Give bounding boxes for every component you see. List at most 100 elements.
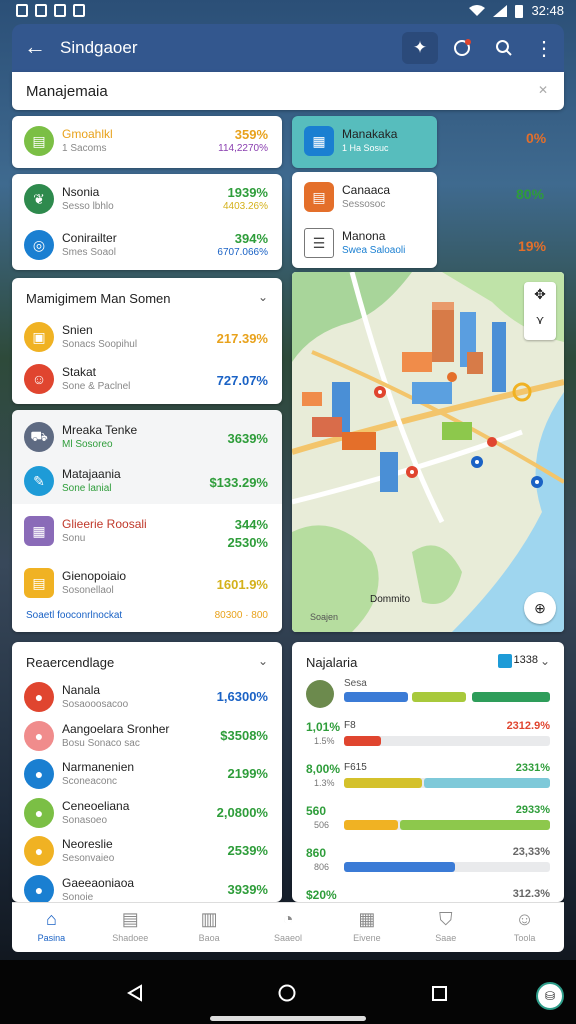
row-name: Ceneoeliana [62,798,130,813]
check-icon[interactable] [498,654,512,668]
progress-fill [344,862,455,872]
back-triangle-icon[interactable] [126,984,144,1002]
row-sub: Sone & Paclnel [62,381,131,392]
box-icon: ▣ [24,322,54,352]
row-label: F615 [344,762,367,773]
row-value: $133.29% [209,475,268,490]
management-title: Manajemaia [26,83,108,100]
list-item[interactable]: ● Narmanenien Sconeaconc 2199% [12,753,282,797]
item-icon: ● [24,720,54,751]
list-item[interactable]: ● Ceneoeliana Sonasoeo 2,0800% [12,792,282,836]
list-item[interactable]: ● Aangoelara Sronher Bosu Sonaco sac $3508% [12,715,282,759]
row-name: Aangoelara Sronher [62,721,170,736]
progress-row[interactable]: 86080623,33%2,33% [292,846,564,886]
compass-icon[interactable]: ✥ [524,282,556,303]
list-item[interactable]: ▦ Glieerie Roosali Sonu 344% 2530% [12,510,282,554]
list-item[interactable]: ✎ Matajaania Sone lanial $133.29% [12,460,282,504]
home-circle-icon[interactable] [278,984,296,1002]
row-value: 2,0800% [216,804,268,820]
row-name: Matajaania [62,467,121,481]
gesture-handle[interactable] [210,1016,366,1021]
map-controls: ✥ ⋎ [524,282,556,340]
edit-icon: ✎ [24,466,54,496]
row-name: Manona [342,229,386,243]
home-icon: ⌂ [45,909,57,929]
status-icons [16,4,85,17]
metric-value: 80% [516,186,545,202]
row-value-2: 2530% [227,535,268,550]
chevron-down-icon[interactable]: ⌄ [258,290,268,304]
item-icon: ● [24,836,54,866]
avatar[interactable] [306,680,334,708]
arrow-left-icon[interactable]: ← [24,36,46,58]
progress-segment [472,692,550,702]
list-item[interactable]: ● Nanala Sosaooosacoo 1,6300% [12,676,282,720]
row-value: 1,6300% [216,689,268,704]
row-name: Gmoahlkl [62,127,113,141]
footer-value: 80300 · 800 [214,610,268,621]
row-sub: Bosu Sonaco sac [62,737,140,749]
row-sub: Ml Sosoreo [62,439,113,450]
close-icon[interactable]: ✕ [538,83,548,97]
list-item[interactable]: ☺ Stakat Sone & Paclnel 727.07% [12,358,282,402]
map-view[interactable]: Dommito Soajen ✥ ⋎ ⊕ [292,272,564,632]
list-item[interactable]: ▣ Snien Sonacs Soopihul 217.39% [12,316,282,360]
tab-label: Shadoee [112,933,149,943]
pin-icon[interactable]: ✦ [402,32,438,64]
assistant-icon[interactable]: ⛁ [536,982,564,1010]
summary-card-a1[interactable]: ▤ Gmoahlkl 1 Sacoms 359% 114,2270% [12,116,282,168]
summary-card-b1[interactable]: ▦ Manakaka 1 Ha Sosuc [292,116,437,168]
tab-saaeol[interactable]: ◔ Saaeol [249,903,328,952]
document-icon: ▤ [121,909,139,929]
row-left-sub: 806 [314,862,330,872]
chevron-down-icon[interactable]: ⌄ [258,654,268,668]
row-label: F8 [344,720,356,731]
row-sub: Sonasoeo [62,814,108,826]
list-item[interactable]: ⛟ Mreaka Tenke Ml Sosoreo 3639% [12,416,282,460]
tab-pasina[interactable]: ⌂ Pasina [12,903,91,952]
progress-row[interactable]: 1,01%1.5%F82312.9%1018 [292,720,564,760]
row-sub: 1 Ha Sosuc [342,143,389,153]
row-sub: 1 Sacoms [62,143,107,154]
progress-row[interactable]: 8,00% 1.3% F615 2331% [292,762,564,802]
row-name: Gienopoiaio [62,569,127,583]
tab-label: Toola [513,933,536,943]
locate-icon[interactable]: ⊕ [524,592,556,624]
row-left-value: 8,00% [306,762,341,776]
more-vert-icon[interactable]: ⋮ [526,32,562,64]
progress-segment [344,692,408,702]
tab-toola[interactable]: ☺ Toola [485,903,564,952]
progress-row[interactable]: 5605062933%2351% [292,804,564,844]
row-value: 2199% [227,766,268,781]
summary-card-a2[interactable]: ❦ Nsonia Sesso lbhlo 1939% 4403.26% ◎ Co… [12,174,282,270]
row-sub: Smes Soaol [62,247,116,258]
row-sub: Sconeaconc [62,776,118,787]
footer-link[interactable]: Soaetl fooconrlnockat [26,610,122,621]
app-title: Sindgaoer [60,38,138,57]
calendar-icon: ▦ [358,909,376,929]
tab-baoa[interactable]: ▥ Baoa [170,903,249,952]
row-name: Gaeeaoniaoa [62,875,135,890]
row-left-value: 860 [306,846,327,860]
tab-eivene[interactable]: ▦ Eivene [327,903,406,952]
chevron-down-icon[interactable]: ⌄ [540,654,550,668]
layers-icon[interactable]: ⋎ [524,303,556,327]
list-item[interactable]: ▤ Gienopoiaio Sosonellaol 1601.9% [12,562,282,606]
search-icon[interactable] [486,32,522,64]
section-title: Reaercendlage [26,655,115,670]
row-name: Manakaka [342,127,398,141]
row-sub: Swea Saloaoli [342,245,406,256]
row-left-sub: 1.3% [314,778,335,788]
notification-icon[interactable] [444,32,480,64]
tab-label: Eivene [353,933,381,943]
tab-saae[interactable]: ⛉ Saae [406,903,485,952]
list-item[interactable]: ● Neoreslie Sesonvaieo 2539% [12,830,282,874]
row-sub: Sosonellaol [62,585,114,596]
recents-square-icon[interactable] [432,986,447,1001]
row-left-value: 560 [306,804,327,818]
summary-card-b2[interactable]: ▤ Canaaca Sessosoc ☰ Manona Swea Saloaol… [292,172,437,268]
tab-label: Saae [435,933,457,943]
section-management: Mamigimem Man Somen ⌄ ▣ Snien Sonacs Soo… [12,278,282,404]
tab-shadoee[interactable]: ▤ Shadoee [91,903,170,952]
row-value-2: 4403.26% [222,201,268,212]
